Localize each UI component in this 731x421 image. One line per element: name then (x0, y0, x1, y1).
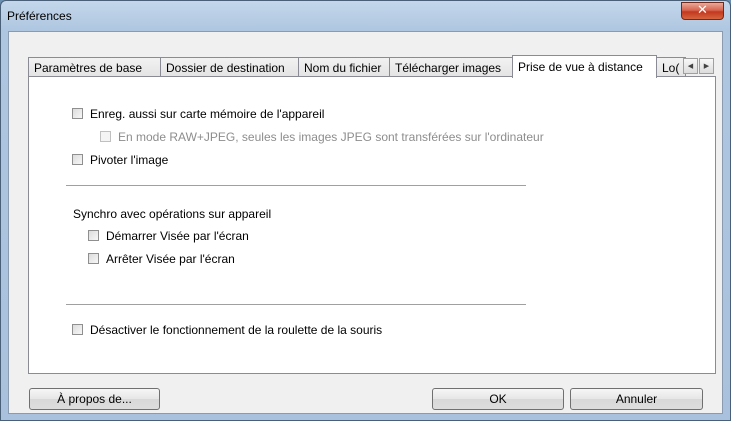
checkbox-box[interactable] (72, 108, 83, 120)
start-liveview-label: Démarrer Visée par l'écran (106, 229, 249, 243)
chevron-right-icon: ▶ (703, 62, 710, 70)
disable-wheel-checkbox[interactable]: Désactiver le fonctionnement de la roule… (72, 323, 382, 337)
close-icon: ✕ (697, 3, 708, 18)
tab-scroll-right-button[interactable]: ▶ (699, 58, 714, 74)
checkbox-box[interactable] (88, 253, 99, 265)
preferences-window: Préférences ✕ Paramètres de base Dossier… (0, 0, 731, 421)
start-liveview-checkbox[interactable]: Démarrer Visée par l'écran (88, 229, 249, 243)
rotate-image-checkbox[interactable]: Pivoter l'image (72, 153, 168, 167)
save-to-card-checkbox[interactable]: Enreg. aussi sur carte mémoire de l'appa… (72, 107, 324, 121)
window-title: Préférences (7, 9, 72, 23)
chevron-left-icon: ◀ (687, 62, 694, 70)
tab-nom-du-fichier[interactable]: Nom du fichier (298, 57, 390, 77)
disable-wheel-label: Désactiver le fonctionnement de la roule… (90, 323, 383, 337)
raw-jpeg-checkbox: En mode RAW+JPEG, seules les images JPEG… (100, 130, 544, 144)
checkbox-box[interactable] (88, 230, 99, 242)
separator (66, 185, 526, 186)
tab-telecharger-images[interactable]: Télécharger images (389, 57, 513, 77)
sync-heading: Synchro avec opérations sur appareil (73, 207, 272, 221)
save-to-card-label: Enreg. aussi sur carte mémoire de l'appa… (90, 107, 325, 121)
title-bar[interactable]: Préférences ✕ (1, 1, 730, 31)
tab-log-partial[interactable]: Lo( (656, 57, 686, 77)
tab-prise-de-vue-a-distance[interactable]: Prise de vue à distance (512, 55, 657, 78)
checkbox-box[interactable] (72, 154, 83, 166)
tab-parametres-de-base[interactable]: Paramètres de base (28, 57, 161, 77)
stop-liveview-label: Arrêter Visée par l'écran (106, 252, 235, 266)
tab-scroll-left-button[interactable]: ◀ (683, 58, 698, 74)
remote-shooting-panel: Enreg. aussi sur carte mémoire de l'appa… (28, 76, 716, 374)
stop-liveview-checkbox[interactable]: Arrêter Visée par l'écran (88, 252, 235, 266)
about-button[interactable]: À propos de... (29, 388, 160, 410)
dialog-client-area: Paramètres de base Dossier de destinatio… (8, 31, 723, 414)
raw-jpeg-label: En mode RAW+JPEG, seules les images JPEG… (118, 130, 544, 144)
tab-scroll-buttons: ◀ ▶ (683, 58, 715, 74)
tab-dossier-de-destination[interactable]: Dossier de destination (160, 57, 299, 77)
close-button[interactable]: ✕ (681, 2, 724, 20)
checkbox-box[interactable] (72, 324, 83, 336)
rotate-image-label: Pivoter l'image (90, 153, 169, 167)
separator (66, 304, 526, 305)
checkbox-box (100, 131, 111, 143)
cancel-button[interactable]: Annuler (570, 388, 703, 410)
ok-button[interactable]: OK (432, 388, 564, 410)
